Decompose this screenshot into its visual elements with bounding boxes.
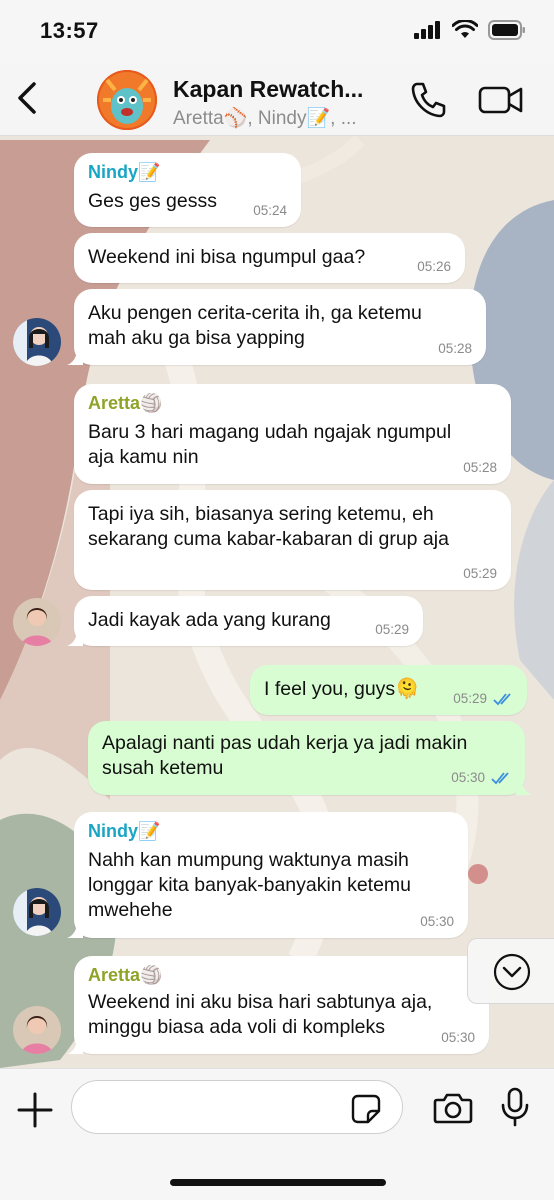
sticker-icon bbox=[351, 1094, 381, 1124]
bubble-tail bbox=[67, 1038, 83, 1054]
avatar[interactable] bbox=[13, 1006, 61, 1054]
chevron-left-icon bbox=[18, 82, 36, 114]
voice-message-button[interactable] bbox=[500, 1087, 530, 1127]
group-avatar-image bbox=[97, 70, 157, 130]
plus-icon bbox=[17, 1092, 53, 1128]
chat-members[interactable]: Aretta⚾, Nindy📝, ... bbox=[173, 106, 357, 130]
message-text: Tapi iya sih, biasanya sering ketemu, eh… bbox=[88, 503, 449, 550]
voice-call-button[interactable] bbox=[409, 80, 447, 120]
bubble-tail bbox=[67, 349, 83, 365]
message-time: 05:26 bbox=[417, 259, 451, 274]
cellular-signal-icon bbox=[414, 21, 440, 39]
attach-button[interactable] bbox=[16, 1091, 54, 1129]
chat-title[interactable]: Kapan Rewatch... bbox=[173, 76, 363, 103]
avatar-image-nindy bbox=[13, 888, 61, 936]
phone-icon bbox=[411, 82, 446, 118]
message-bubble[interactable]: Weekend ini bisa ngumpul gaa? 05:26 bbox=[74, 233, 465, 283]
composer-bar bbox=[0, 1068, 554, 1200]
wifi-icon bbox=[452, 20, 478, 38]
message-bubble[interactable]: Nindy📝 Nahh kan mumpung waktunya masih l… bbox=[67, 812, 468, 938]
status-time: 13:57 bbox=[40, 18, 99, 43]
message-time: 05:28 bbox=[463, 460, 497, 475]
message-sender: Nindy📝 bbox=[88, 821, 161, 841]
avatar[interactable] bbox=[13, 598, 61, 646]
message-text: Weekend ini aku bisa hari sabtunya aja, … bbox=[88, 991, 433, 1038]
battery-icon bbox=[488, 20, 525, 40]
message-text: Aku pengen cerita-cerita ih, ga ketemu m… bbox=[88, 302, 422, 349]
message-text: Ges ges gesss bbox=[88, 190, 217, 212]
message-time: 05:29 bbox=[453, 691, 487, 706]
message-text: Jadi kayak ada yang kurang bbox=[88, 609, 331, 631]
avatar[interactable] bbox=[13, 318, 61, 366]
message-time: 05:29 bbox=[463, 566, 497, 581]
chat-header: Kapan Rewatch... Aretta⚾, Nindy📝, ... bbox=[0, 64, 554, 136]
chevron-down-icon bbox=[493, 953, 531, 991]
avatar-image-aretta bbox=[13, 598, 61, 646]
message-bubble[interactable]: Jadi kayak ada yang kurang 05:29 bbox=[67, 596, 423, 646]
message-text: Weekend ini bisa ngumpul gaa? bbox=[88, 246, 366, 268]
message-bubble-outgoing[interactable]: I feel you, guys🫠 05:29 bbox=[250, 665, 527, 715]
group-avatar[interactable] bbox=[97, 70, 157, 130]
status-icons bbox=[414, 20, 526, 40]
read-receipt-icon bbox=[493, 693, 511, 706]
camera-icon bbox=[433, 1093, 473, 1124]
message-bubble[interactable]: Tapi iya sih, biasanya sering ketemu, eh… bbox=[74, 490, 511, 590]
message-sender: Aretta🏐 bbox=[88, 965, 163, 985]
message-time: 05:30 bbox=[451, 770, 485, 785]
video-camera-icon bbox=[478, 86, 523, 114]
video-call-button[interactable] bbox=[478, 84, 524, 116]
message-bubble[interactable]: Aretta🏐 Weekend ini aku bisa hari sabtun… bbox=[67, 956, 489, 1054]
microphone-icon bbox=[501, 1087, 529, 1127]
avatar-image-nindy bbox=[13, 318, 61, 366]
message-text: Baru 3 hari magang udah ngajak ngumpul a… bbox=[88, 421, 452, 468]
home-indicator[interactable] bbox=[170, 1179, 386, 1186]
message-bubble[interactable]: Aku pengen cerita-cerita ih, ga ketemu m… bbox=[67, 289, 486, 365]
sticker-button[interactable] bbox=[350, 1093, 382, 1125]
status-bar: 13:57 bbox=[0, 0, 554, 64]
message-time: 05:28 bbox=[438, 341, 472, 356]
back-button[interactable] bbox=[10, 78, 44, 118]
message-text: Nahh kan mumpung waktunya masih longgar … bbox=[88, 849, 412, 921]
avatar[interactable] bbox=[13, 888, 61, 936]
bubble-tail bbox=[67, 922, 83, 938]
message-text: Apalagi nanti pas udah kerja ya jadi mak… bbox=[102, 732, 468, 779]
message-time: 05:29 bbox=[375, 622, 409, 637]
message-bubble[interactable]: Nindy📝 Ges ges gesss 05:24 bbox=[74, 153, 301, 227]
avatar-image-aretta bbox=[13, 1006, 61, 1054]
message-sender: Aretta🏐 bbox=[88, 393, 163, 413]
scroll-to-bottom-button[interactable] bbox=[467, 938, 554, 1004]
message-time: 05:24 bbox=[253, 203, 287, 218]
message-time: 05:30 bbox=[420, 914, 454, 929]
camera-button[interactable] bbox=[433, 1091, 473, 1125]
message-sender: Nindy📝 bbox=[88, 162, 161, 182]
message-bubble-outgoing[interactable]: Apalagi nanti pas udah kerja ya jadi mak… bbox=[88, 721, 532, 795]
read-receipt-icon bbox=[491, 772, 509, 785]
bubble-tail bbox=[516, 779, 532, 795]
message-bubble[interactable]: Aretta🏐 Baru 3 hari magang udah ngajak n… bbox=[74, 384, 511, 484]
message-text: I feel you, guys🫠 bbox=[264, 678, 420, 700]
bubble-tail bbox=[67, 630, 83, 646]
message-time: 05:30 bbox=[441, 1030, 475, 1045]
